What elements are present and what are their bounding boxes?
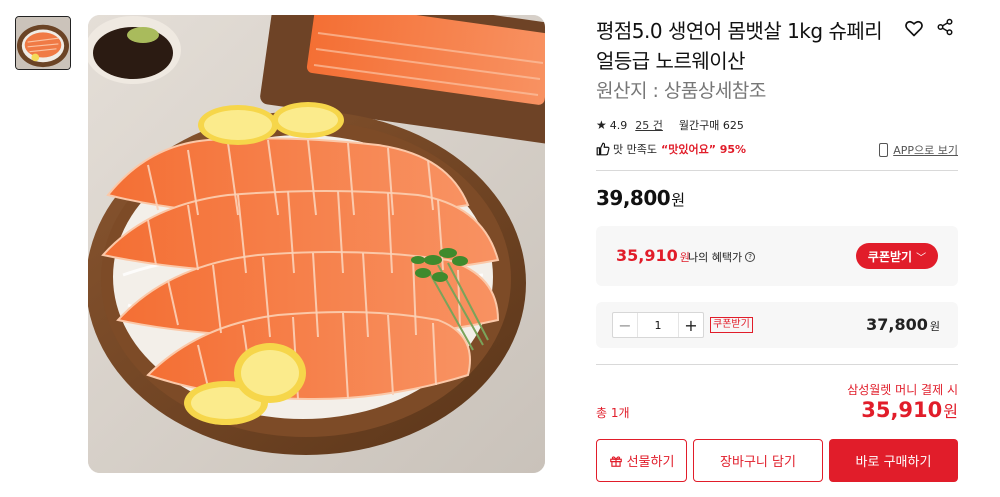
monthly-purchases: 월간구매 625: [678, 119, 744, 132]
divider: [596, 364, 958, 365]
chevron-down-icon: ﹀: [916, 252, 927, 264]
product-title: 평점5.0 생연어 몸뱃살 1kg 슈페리얼등급 노르웨이산: [596, 19, 883, 73]
benefit-label-text: 나의 혜택가: [688, 251, 743, 264]
price-currency: 원: [671, 191, 685, 209]
total-price-value: 35,910: [861, 398, 943, 422]
quantity-decrease-button[interactable]: −: [613, 313, 637, 337]
gift-button-label: 선물하기: [626, 455, 675, 470]
app-view-label: APP으로 보기: [893, 144, 958, 157]
coupon-tag-button[interactable]: 쿠폰받기: [710, 317, 753, 333]
total-count-label: 총 1개: [596, 406, 630, 420]
buy-now-button[interactable]: 바로 구매하기: [829, 439, 958, 482]
total-price-currency: 원: [943, 402, 958, 421]
salmon-platter-image: [88, 15, 545, 473]
heart-icon[interactable]: [904, 18, 924, 38]
divider: [596, 170, 958, 171]
benefit-price: 35,910 원: [616, 246, 690, 265]
app-view-link[interactable]: APP으로 보기: [879, 142, 958, 158]
payment-note: 삼성월렛 머니 결제 시: [847, 383, 958, 397]
product-main-image: [88, 15, 545, 473]
product-thumbnail[interactable]: [15, 16, 71, 70]
gift-button[interactable]: 선물하기: [596, 439, 687, 482]
product-info-panel: 평점5.0 생연어 몸뱃살 1kg 슈페리얼등급 노르웨이산 원산지 : 상품상…: [596, 0, 958, 497]
question-icon[interactable]: ?: [745, 252, 756, 262]
rating-value: 4.9: [609, 118, 628, 132]
satisfaction-label: 맛 만족도: [613, 143, 657, 156]
add-to-cart-button[interactable]: 장바구니 담기: [693, 439, 823, 482]
coupon-button-label: 쿠폰받기: [867, 249, 913, 264]
phone-icon: [879, 143, 889, 157]
quantity-price-currency: 원: [929, 320, 940, 333]
benefit-price-value: 35,910: [616, 246, 678, 265]
quantity-box: − 1 + 쿠폰받기 37,800 원: [596, 302, 958, 348]
quantity-price-value: 37,800: [866, 315, 928, 334]
satisfaction-row: 맛 만족도 “맛있어요” 95%: [596, 140, 746, 158]
share-icon[interactable]: [936, 18, 954, 36]
star-icon: ★: [596, 118, 607, 132]
total-price: 35,910원: [861, 398, 958, 422]
benefit-box: 35,910 원 나의 혜택가 ? 쿠폰받기 ﹀: [596, 226, 958, 286]
benefit-label: 나의 혜택가 ?: [688, 249, 756, 265]
quantity-price: 37,800 원: [866, 315, 940, 334]
product-price: 39,800원: [596, 186, 685, 210]
price-value: 39,800: [596, 186, 671, 210]
review-count-link[interactable]: 25 건: [635, 117, 663, 133]
product-origin: 원산지 : 상품상세참조: [596, 80, 766, 102]
quantity-value[interactable]: 1: [637, 313, 679, 337]
gift-icon: [609, 455, 622, 467]
satisfaction-value: “맛있어요” 95%: [660, 143, 747, 156]
quantity-stepper: − 1 +: [612, 312, 704, 338]
thumbnail-image: [16, 17, 70, 69]
coupon-download-button[interactable]: 쿠폰받기 ﹀: [856, 243, 938, 269]
quantity-increase-button[interactable]: +: [679, 313, 703, 337]
rating-row: ★ 4.9 25 건 월간구매 625: [596, 116, 744, 134]
thumbs-up-icon: [596, 142, 610, 156]
